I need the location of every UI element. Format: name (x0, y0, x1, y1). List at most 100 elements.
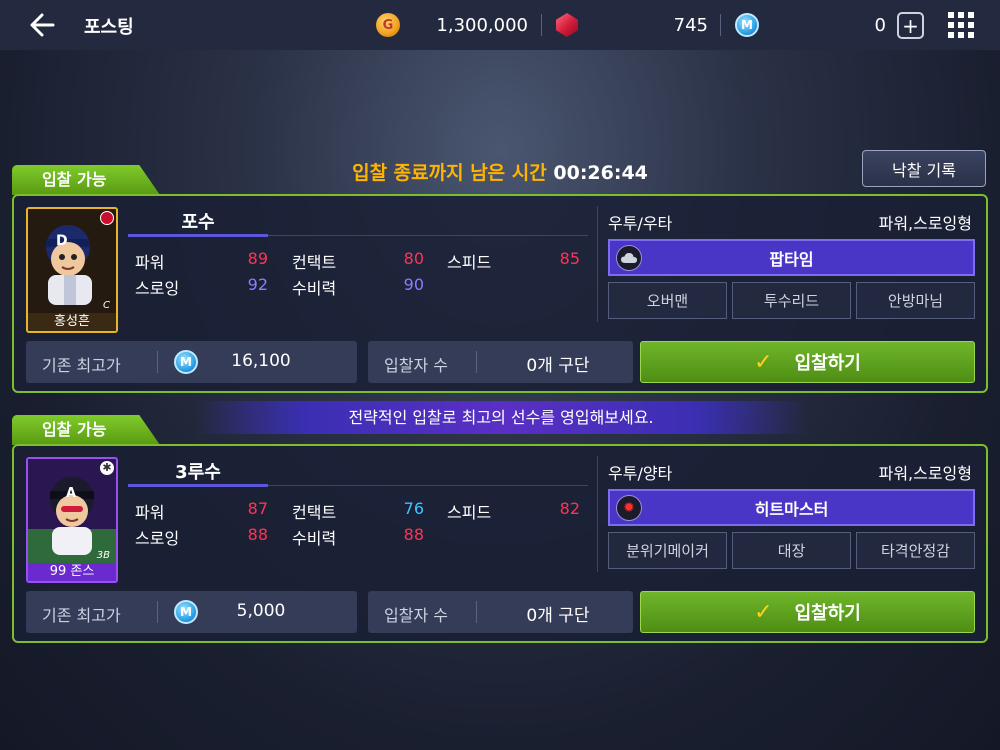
gem-icon (556, 10, 578, 40)
sub-skill[interactable]: 투수리드 (732, 282, 851, 319)
stat-label: 스로잉 (135, 279, 180, 298)
main-skill-label: 팝타임 (769, 249, 814, 269)
stat-label: 스피드 (447, 503, 492, 522)
position-underline (128, 484, 268, 487)
stat-value: 90 (403, 275, 424, 294)
position-label: 포수 (181, 212, 215, 233)
card-position-badge: 3B (96, 550, 110, 561)
stat-label: 스로잉 (135, 529, 180, 548)
sub-skill[interactable]: 타격안정감 (856, 532, 975, 569)
bid-button-label: 입찰하기 (794, 603, 861, 624)
player-type: 파워,스로잉형 (878, 214, 972, 233)
bidders-label: 입찰자 수 (384, 606, 448, 625)
cloud-icon (616, 245, 642, 271)
stat-value: 89 (247, 249, 268, 268)
base-price-label: 기존 최고가 (42, 606, 121, 625)
bidders-count: 0개 구단 (526, 356, 590, 376)
mileage-coin-icon: M (174, 600, 198, 624)
player-card: A ✱ 3B 99 존스 3루수 파워 87 컨택트 76 스피드 82 스로잉… (12, 444, 988, 643)
divider (597, 456, 598, 572)
bid-button[interactable]: ✓ 입찰하기 (640, 341, 975, 383)
player-name: 99 존스 (28, 563, 116, 581)
card-position-badge: C (103, 300, 110, 311)
svg-text:D: D (56, 233, 68, 249)
bidders-label: 입찰자 수 (384, 356, 448, 375)
mileage-amount: 0 (874, 14, 886, 36)
page-title: 포스팅 (84, 17, 134, 38)
sun-icon: ✹ (616, 495, 642, 521)
stat-value: 88 (247, 525, 268, 544)
bidders-count: 0개 구단 (526, 606, 590, 626)
base-price-label: 기존 최고가 (42, 356, 121, 375)
timer-value: 00:26:44 (553, 162, 648, 184)
player-avatar-icon: D (28, 209, 116, 313)
stat-label: 컨택트 (292, 503, 337, 522)
back-arrow-icon[interactable] (28, 12, 56, 38)
bidders-box: 입찰자 수 0개 구단 (368, 591, 633, 633)
stat-label: 컨택트 (292, 253, 337, 272)
stat-label: 파워 (135, 253, 165, 272)
player-portrait[interactable]: A ✱ 3B 99 존스 (26, 457, 118, 583)
stat-label: 수비력 (292, 279, 337, 298)
divider (157, 351, 158, 373)
stat-value: 80 (403, 249, 424, 268)
divider (597, 206, 598, 322)
main-skill-label: 히트마스터 (754, 499, 829, 519)
main-skill[interactable]: ✹ 히트마스터 (608, 489, 975, 526)
divider (268, 235, 588, 236)
throw-bat-hand: 우투/우타 (608, 214, 673, 233)
divider (720, 14, 721, 36)
stat-label: 수비력 (292, 529, 337, 548)
bid-available-tab: 입찰 가능 (12, 165, 160, 195)
divider (268, 485, 588, 486)
divider (476, 351, 477, 373)
player-avatar-icon: A (28, 459, 116, 563)
gem-amount: 745 (673, 14, 708, 36)
rarity-badge-icon (100, 211, 114, 225)
base-price-value: 5,000 (236, 601, 286, 621)
svg-text:A: A (66, 486, 76, 501)
timer-label: 입찰 종료까지 남은 시간 (352, 162, 547, 184)
rarity-badge-icon: ✱ (100, 461, 114, 475)
stat-value: 88 (403, 525, 424, 544)
bid-button[interactable]: ✓ 입찰하기 (640, 591, 975, 633)
menu-grid-icon[interactable] (948, 12, 974, 38)
stat-label: 파워 (135, 503, 165, 522)
gold-coin-icon: G (376, 10, 400, 40)
sub-skill[interactable]: 안방마님 (856, 282, 975, 319)
plus-icon: + (902, 13, 919, 38)
sub-skill[interactable]: 분위기메이커 (608, 532, 727, 569)
sub-skill[interactable]: 대장 (732, 532, 851, 569)
player-card: D C 홍성흔 포수 파워 89 컨택트 80 스피드 85 스로잉 92 수비… (12, 194, 988, 393)
base-price-value: 16,100 (231, 351, 291, 371)
throw-bat-hand: 우투/양타 (608, 464, 673, 483)
divider (541, 14, 542, 36)
main-skill[interactable]: 팝타임 (608, 239, 975, 276)
award-history-button[interactable]: 낙찰 기록 (862, 150, 986, 187)
player-portrait[interactable]: D C 홍성흔 (26, 207, 118, 333)
position-label: 3루수 (175, 462, 221, 483)
sub-skill[interactable]: 오버맨 (608, 282, 727, 319)
mileage-coin-icon: M (735, 10, 759, 40)
add-currency-button[interactable]: + (897, 12, 924, 39)
gold-amount: 1,300,000 (436, 14, 528, 36)
divider (476, 601, 477, 623)
bid-button-label: 입찰하기 (794, 353, 861, 374)
info-banner: 전략적인 입찰로 최고의 선수를 영입해보세요. (195, 401, 807, 434)
stat-label: 스피드 (447, 253, 492, 272)
stat-value: 85 (559, 249, 580, 268)
check-icon: ✓ (754, 599, 773, 625)
bidders-box: 입찰자 수 0개 구단 (368, 341, 633, 383)
stat-value: 76 (403, 499, 424, 518)
stat-value: 87 (247, 499, 268, 518)
check-icon: ✓ (754, 349, 773, 375)
player-type: 파워,스로잉형 (878, 464, 972, 483)
divider (157, 601, 158, 623)
top-bar: 포스팅 G 1,300,000 745 M 0 + (0, 0, 1000, 50)
position-underline (128, 234, 268, 237)
mileage-coin-icon: M (174, 350, 198, 374)
player-name: 홍성흔 (28, 313, 116, 331)
base-price-box: 기존 최고가 M 5,000 (26, 591, 357, 633)
stat-value: 92 (247, 275, 268, 294)
base-price-box: 기존 최고가 M 16,100 (26, 341, 357, 383)
